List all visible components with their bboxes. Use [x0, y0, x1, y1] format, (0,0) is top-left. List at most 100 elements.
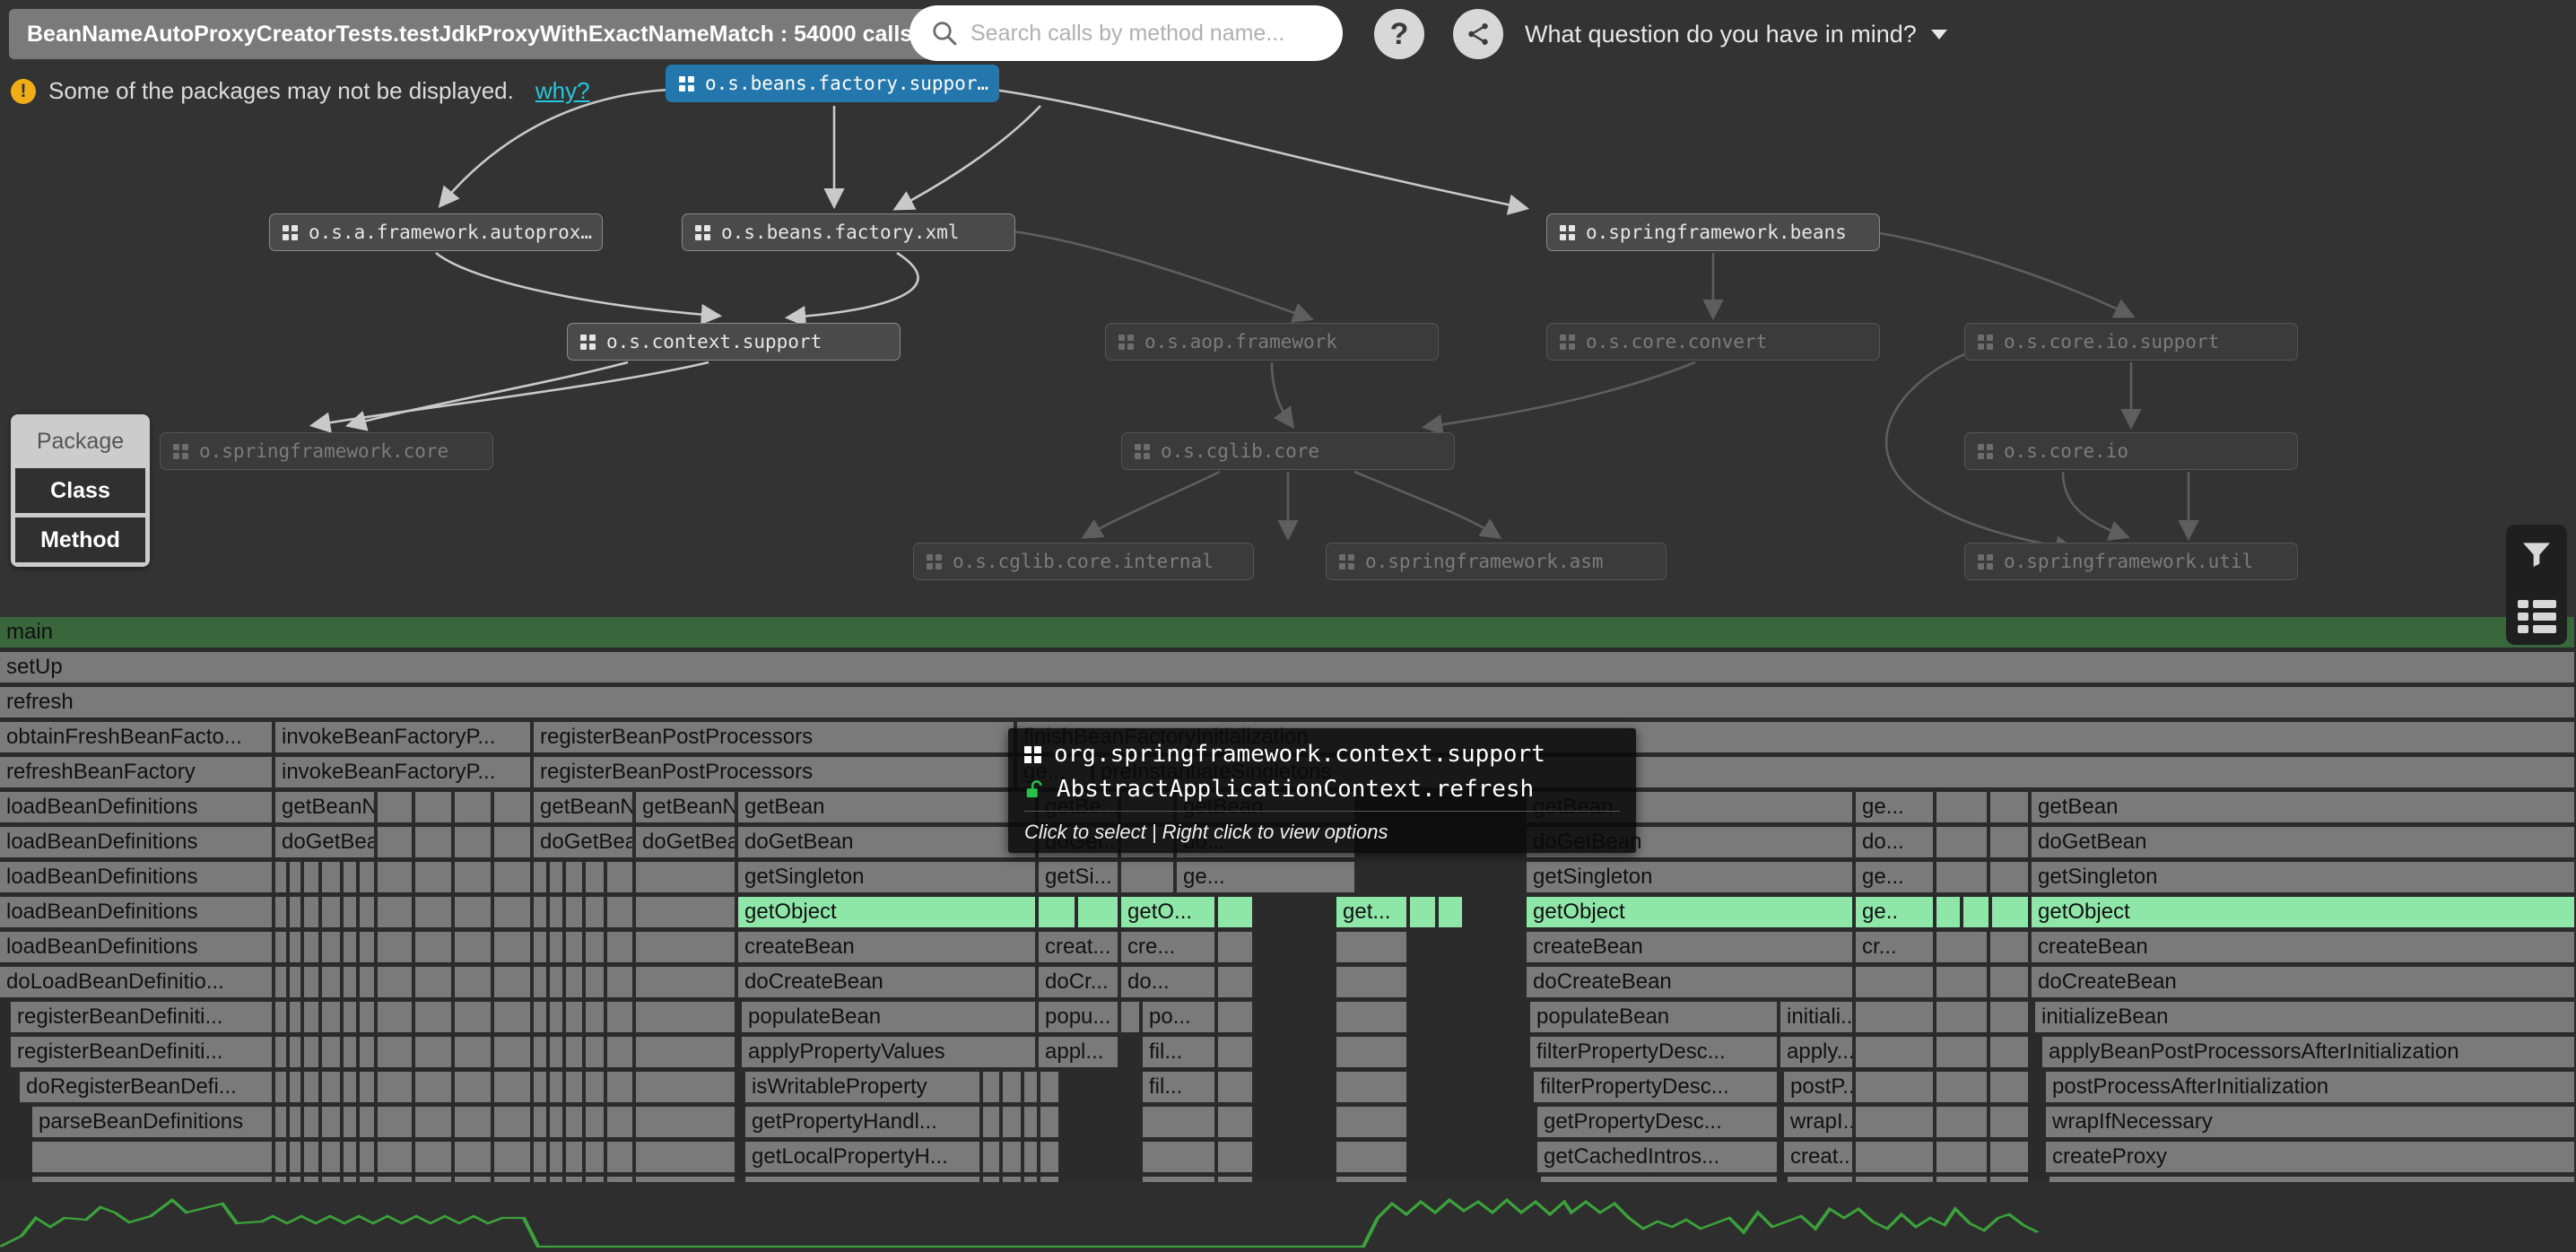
- flamegraph-frame[interactable]: [550, 1142, 564, 1174]
- flamegraph-frame[interactable]: [983, 1107, 1001, 1139]
- flamegraph-frame[interactable]: [550, 862, 564, 894]
- flamegraph-frame[interactable]: createBean: [738, 932, 1037, 964]
- flamegraph-frame[interactable]: [636, 1037, 736, 1069]
- flamegraph-frame[interactable]: [275, 862, 288, 894]
- flamegraph-frame[interactable]: ge...: [1856, 862, 1935, 894]
- flamegraph-frame[interactable]: [304, 862, 320, 894]
- flamegraph-frame[interactable]: [534, 1107, 548, 1139]
- flamegraph-frame[interactable]: [415, 1107, 453, 1139]
- flamegraph-frame[interactable]: [1856, 1142, 1935, 1174]
- call-title-chip[interactable]: BeanNameAutoProxyCreatorTests.testJdkPro…: [9, 9, 930, 59]
- flamegraph-frame[interactable]: [360, 1142, 376, 1174]
- flamegraph-frame[interactable]: [494, 792, 532, 824]
- flamegraph-frame[interactable]: [1003, 1107, 1023, 1139]
- flamegraph-frame[interactable]: [344, 967, 358, 999]
- flamegraph-frame[interactable]: [304, 1037, 320, 1069]
- flamegraph-frame[interactable]: [566, 1072, 584, 1104]
- flamegraph-frame[interactable]: wrapIfNecessary: [2046, 1107, 2576, 1139]
- flamegraph-frame[interactable]: doCreateBean: [738, 967, 1037, 999]
- flamegraph-frame[interactable]: [1218, 897, 1254, 929]
- flamegraph-frame[interactable]: [455, 932, 492, 964]
- flamegraph-frame[interactable]: [1143, 1107, 1216, 1139]
- flamegraph-frame[interactable]: [1936, 1107, 1989, 1139]
- graph-node[interactable]: o.s.aop.framework: [1105, 323, 1439, 361]
- flamegraph-frame[interactable]: parseBeanDefinitions: [32, 1107, 274, 1139]
- flamegraph-frame[interactable]: po...: [1143, 1002, 1216, 1034]
- rows-view-button[interactable]: [2517, 596, 2556, 636]
- flamegraph-frame[interactable]: [344, 932, 358, 964]
- flamegraph-frame[interactable]: [304, 1072, 320, 1104]
- flamegraph-frame[interactable]: [415, 1002, 453, 1034]
- flamegraph-frame[interactable]: [1336, 932, 1408, 964]
- flamegraph-frame[interactable]: [290, 1072, 302, 1104]
- flamegraph-frame[interactable]: [586, 1002, 605, 1034]
- flamegraph-frame[interactable]: [566, 1037, 584, 1069]
- flamegraph-frame[interactable]: fil...: [1143, 1072, 1216, 1104]
- flamegraph-frame[interactable]: applyBeanPostProcessorsAfterInitializati…: [2042, 1037, 2576, 1069]
- flamegraph-frame[interactable]: ge...: [1177, 862, 1356, 894]
- flamegraph-frame[interactable]: [322, 862, 342, 894]
- flamegraph-frame[interactable]: [415, 792, 453, 824]
- flamegraph-frame[interactable]: [455, 827, 492, 859]
- flamegraph-frame[interactable]: [550, 1072, 564, 1104]
- flamegraph-frame[interactable]: invokeBeanFactoryP...: [275, 722, 532, 754]
- flamegraph-frame[interactable]: postP...: [1784, 1072, 1854, 1104]
- flamegraph-frame[interactable]: [415, 897, 453, 929]
- flamegraph-frame[interactable]: [1936, 1037, 1989, 1069]
- flamegraph-frame[interactable]: [1936, 1142, 1989, 1174]
- flamegraph-frame[interactable]: [983, 1072, 1001, 1104]
- flamegraph-frame[interactable]: [1992, 897, 2030, 929]
- granularity-option-package[interactable]: Package: [15, 419, 145, 464]
- flamegraph-frame[interactable]: [550, 967, 564, 999]
- flamegraph-frame[interactable]: [1336, 1002, 1408, 1034]
- flamegraph-frame[interactable]: [1990, 862, 2030, 894]
- flamegraph-frame[interactable]: [378, 1002, 413, 1034]
- flamegraph-frame[interactable]: [1936, 1002, 1989, 1034]
- flamegraph-frame[interactable]: getObject: [2032, 897, 2576, 929]
- flamegraph-frame[interactable]: [983, 1142, 1001, 1174]
- flamegraph-frame[interactable]: doGetBea...: [275, 827, 376, 859]
- flamegraph-frame[interactable]: [360, 1107, 376, 1139]
- flamegraph-frame[interactable]: [455, 1142, 492, 1174]
- flamegraph-frame[interactable]: [455, 897, 492, 929]
- graph-node[interactable]: o.s.core.convert: [1546, 323, 1880, 361]
- flamegraph-frame[interactable]: wrapI...: [1784, 1107, 1854, 1139]
- flamegraph-frame[interactable]: [566, 1002, 584, 1034]
- flamegraph-frame[interactable]: [586, 897, 605, 929]
- flamegraph[interactable]: mainsetUprefreshobtainFreshBeanFacto...i…: [0, 617, 2576, 1186]
- flamegraph-frame[interactable]: [322, 1072, 342, 1104]
- flamegraph-frame[interactable]: refreshBeanFactory: [0, 757, 274, 789]
- flamegraph-frame[interactable]: [415, 827, 453, 859]
- graph-node[interactable]: o.s.cglib.core.internal: [913, 543, 1254, 580]
- flamegraph-frame[interactable]: [1990, 1002, 2030, 1034]
- flamegraph-frame[interactable]: [360, 1037, 376, 1069]
- flamegraph-frame[interactable]: getSingleton: [738, 862, 1037, 894]
- flamegraph-frame[interactable]: [290, 1142, 302, 1174]
- flamegraph-frame[interactable]: [360, 932, 376, 964]
- flamegraph-frame[interactable]: [1990, 967, 2030, 999]
- flamegraph-frame[interactable]: createBean: [1527, 932, 1854, 964]
- flamegraph-frame[interactable]: [378, 1107, 413, 1139]
- flamegraph-frame[interactable]: [344, 1037, 358, 1069]
- flamegraph-frame[interactable]: [586, 1037, 605, 1069]
- flamegraph-frame[interactable]: [607, 1142, 634, 1174]
- flamegraph-frame[interactable]: [636, 1072, 736, 1104]
- flamegraph-frame[interactable]: doRegisterBeanDefi...: [20, 1072, 274, 1104]
- flamegraph-frame[interactable]: [415, 862, 453, 894]
- flamegraph-frame[interactable]: [378, 1037, 413, 1069]
- flamegraph-frame[interactable]: [304, 897, 320, 929]
- flamegraph-frame[interactable]: doCreateBean: [2032, 967, 2576, 999]
- flamegraph-frame[interactable]: [344, 862, 358, 894]
- flamegraph-frame[interactable]: doGetBean: [2032, 827, 2576, 859]
- flamegraph-frame[interactable]: getPropertyHandl...: [745, 1107, 981, 1139]
- graph-node[interactable]: o.s.beans.factory.xml: [682, 213, 1015, 251]
- flamegraph-frame[interactable]: setUp: [0, 652, 2576, 684]
- flamegraph-frame[interactable]: loadBeanDefinitions: [0, 792, 274, 824]
- flamegraph-frame[interactable]: [455, 1002, 492, 1034]
- flamegraph-frame[interactable]: [275, 1142, 288, 1174]
- flamegraph-frame[interactable]: [415, 932, 453, 964]
- flamegraph-frame[interactable]: [494, 827, 532, 859]
- flamegraph-frame[interactable]: [290, 897, 302, 929]
- flamegraph-frame[interactable]: [607, 862, 634, 894]
- flamegraph-frame[interactable]: [1040, 1072, 1060, 1104]
